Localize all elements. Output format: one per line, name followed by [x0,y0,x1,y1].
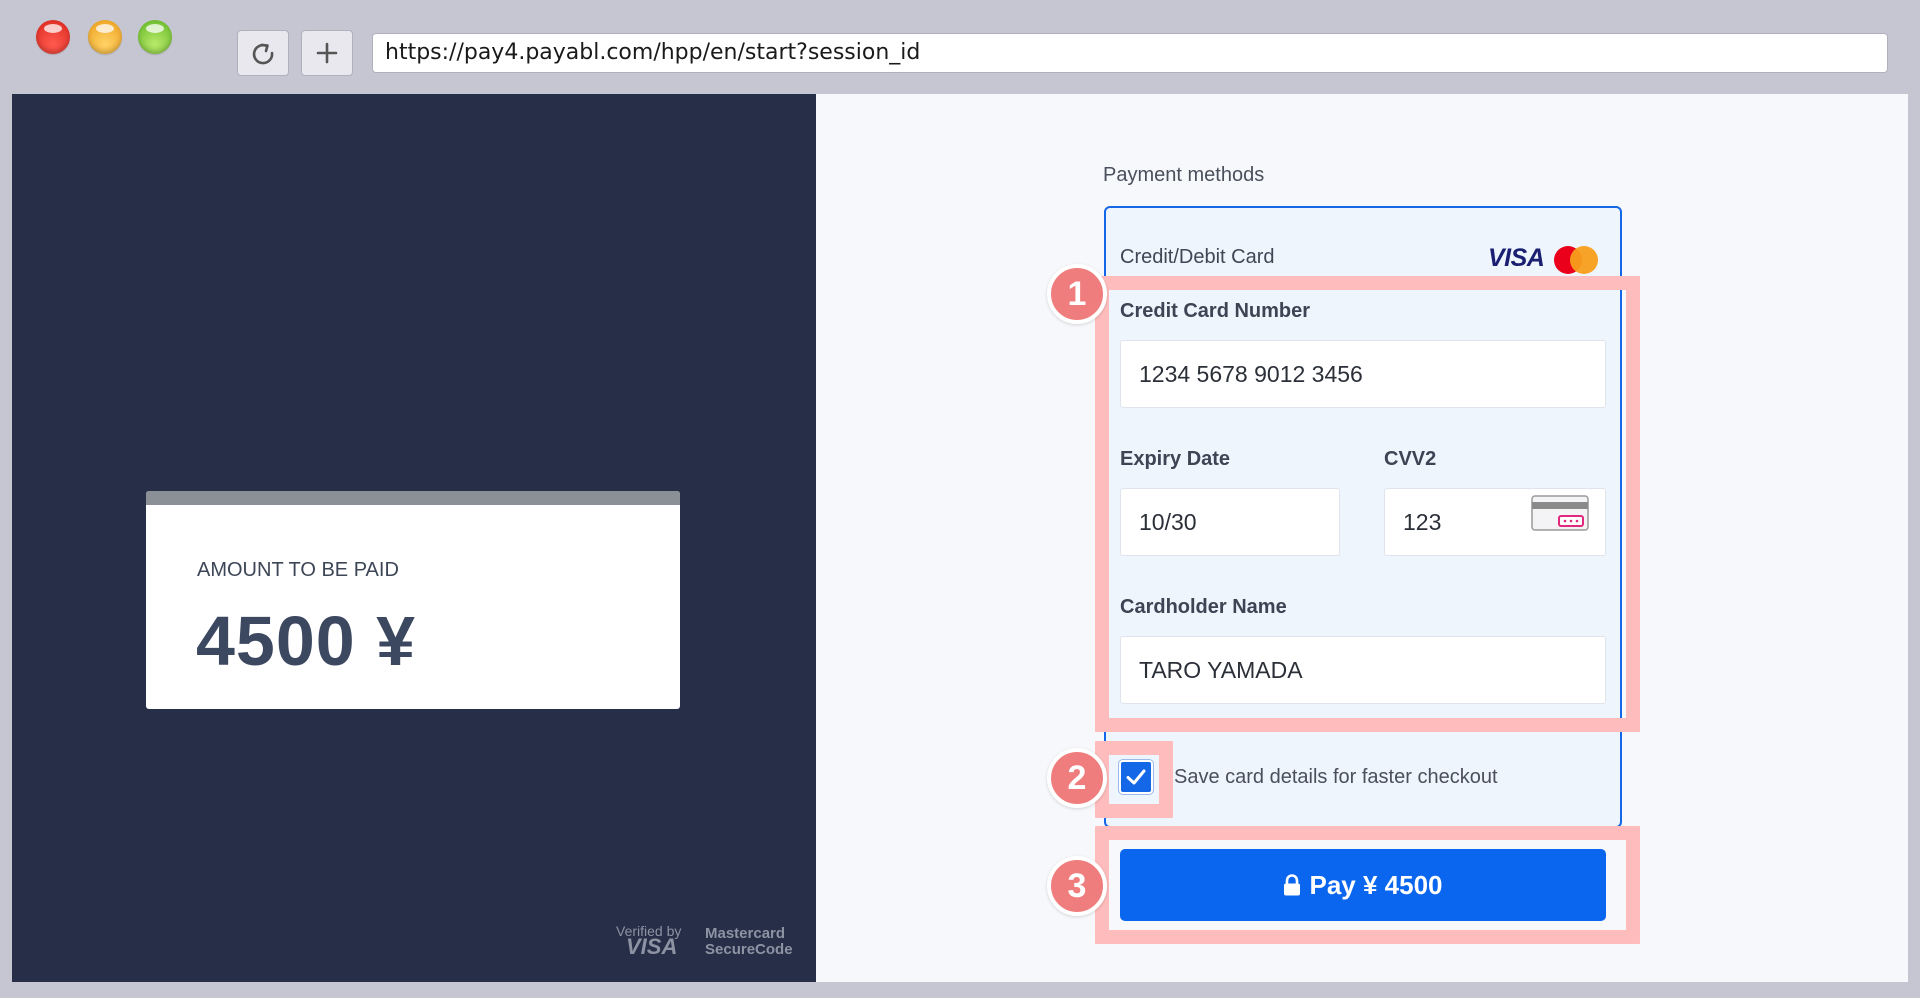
visa-logo: VISA [1488,244,1545,272]
cardholder-name-label: Cardholder Name [1120,596,1287,618]
cardholder-name-input[interactable]: TARO YAMADA [1120,636,1606,704]
address-bar[interactable]: https://pay4.payabl.com/hpp/en/start?ses… [372,33,1888,73]
expiry-date-label: Expiry Date [1120,448,1231,470]
step-badge-2: 2 [1047,748,1107,808]
minimize-window-button[interactable] [88,20,122,54]
mastercard-text: Mastercard [705,925,786,942]
verified-visa-text: VISA [626,934,678,959]
step-badge-3: 3 [1047,856,1107,916]
checkmark-icon [1126,769,1146,785]
card-number-input[interactable]: 1234 5678 9012 3456 [1120,340,1606,408]
save-card-checkbox[interactable] [1119,760,1153,794]
reload-button[interactable] [237,30,289,76]
pay-button-label: Pay ¥ 4500 [1309,869,1443,900]
pay-button[interactable]: Pay ¥ 4500 [1120,849,1606,921]
payment-page: AMOUNT TO BE PAID 4500 ¥ Verified by VIS… [12,94,1908,982]
plus-icon [316,42,338,64]
card-back-cvv-icon [1531,495,1589,531]
mastercard-logo-icon [1554,246,1600,274]
card-number-label: Credit Card Number [1120,300,1311,322]
payment-method-label: Credit/Debit Card [1120,246,1275,268]
order-summary-panel: AMOUNT TO BE PAID 4500 ¥ Verified by VIS… [12,94,816,982]
mastercard-securecode-logo: Mastercard SecureCode [705,926,793,958]
amount-card: AMOUNT TO BE PAID 4500 ¥ [146,491,680,709]
amount-label: AMOUNT TO BE PAID [197,559,399,581]
expiry-date-input[interactable]: 10/30 [1120,488,1340,556]
maximize-window-button[interactable] [138,20,172,54]
lock-icon [1284,874,1301,896]
save-card-label: Save card details for faster checkout [1174,766,1498,788]
amount-card-header-bar [146,491,680,505]
cvv-label: CVV2 [1384,448,1437,470]
browser-chrome: https://pay4.payabl.com/hpp/en/start?ses… [0,0,1920,94]
payment-methods-title: Payment methods [1103,164,1265,186]
reload-icon [252,43,274,65]
close-window-button[interactable] [36,20,70,54]
securecode-text: SecureCode [705,941,793,958]
step-badge-1: 1 [1047,264,1107,324]
amount-value: 4500 ¥ [196,602,417,680]
new-tab-button[interactable] [301,30,353,76]
verified-by-visa-logo: Verified by VISA [616,924,681,959]
